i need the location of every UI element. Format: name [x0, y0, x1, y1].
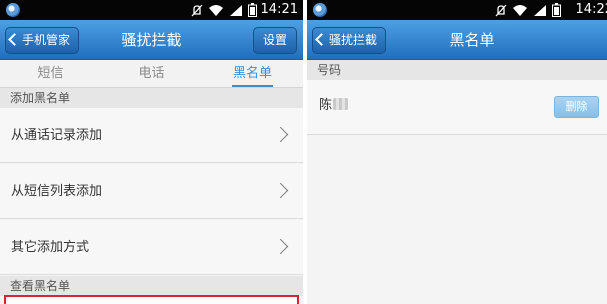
right-screen: 14:22 骚扰拦截 黑名单 号码 陈 删除 — [307, 0, 607, 304]
status-time: 14:22 — [575, 2, 607, 17]
highlighted-view-blacklist-item[interactable] — [4, 295, 299, 304]
app-status-icon — [6, 3, 20, 17]
list-item: 陈 删除 — [307, 80, 607, 135]
redacted-text — [333, 98, 349, 110]
back-button[interactable]: 骚扰拦截 — [312, 27, 387, 54]
tab-blacklist[interactable]: 黑名单 — [202, 61, 303, 87]
tab-sms[interactable]: 短信 — [0, 61, 101, 87]
status-icons — [495, 3, 561, 17]
signal-icon — [230, 4, 242, 16]
contact-name-text: 陈 — [319, 98, 333, 113]
title-bar: 骚扰拦截 黑名单 — [307, 20, 607, 60]
back-arrow-icon — [315, 33, 328, 46]
mute-icon — [495, 4, 507, 16]
battery-icon — [248, 3, 257, 17]
other-add-methods-item[interactable]: 其它添加方式 — [0, 220, 303, 275]
menu-item-label: 从通话记录添加 — [11, 128, 103, 143]
back-button-label: 手机管家 — [22, 33, 71, 47]
signal-icon — [534, 4, 546, 16]
app-status-icon — [313, 3, 327, 17]
settings-button[interactable]: 设置 — [252, 27, 297, 54]
delete-button[interactable]: 删除 — [554, 96, 599, 118]
wifi-icon — [513, 4, 527, 16]
contact-name: 陈 — [319, 80, 349, 132]
chevron-right-icon — [272, 182, 289, 199]
wifi-icon — [209, 4, 223, 16]
back-button-label: 骚扰拦截 — [329, 33, 378, 47]
section-header-view: 查看黑名单 — [0, 276, 303, 296]
back-button[interactable]: 手机管家 — [5, 27, 80, 54]
status-time: 14:21 — [260, 2, 298, 17]
list-header: 号码 — [307, 60, 607, 80]
chevron-right-icon — [272, 238, 289, 255]
status-bar: 14:22 — [307, 0, 607, 20]
status-bar: 14:21 — [0, 0, 303, 20]
menu-item-label: 从短信列表添加 — [11, 184, 103, 199]
mute-icon — [191, 4, 203, 16]
title-bar: 手机管家 骚扰拦截 设置 — [0, 20, 303, 60]
back-arrow-icon — [8, 33, 21, 46]
add-from-sms-list-item[interactable]: 从短信列表添加 — [0, 164, 303, 219]
status-icons — [191, 3, 257, 17]
tab-bar: 短信 电话 黑名单 — [0, 61, 303, 88]
battery-icon — [552, 3, 561, 17]
add-from-call-log-item[interactable]: 从通话记录添加 — [0, 108, 303, 163]
left-screen: 14:21 手机管家 骚扰拦截 设置 短信 电话 黑名单 添加黑名单 从通话记录… — [0, 0, 303, 304]
menu-item-label: 其它添加方式 — [11, 240, 90, 255]
section-header-add: 添加黑名单 — [0, 88, 303, 108]
tab-calls[interactable]: 电话 — [101, 61, 202, 87]
chevron-right-icon — [272, 126, 289, 143]
